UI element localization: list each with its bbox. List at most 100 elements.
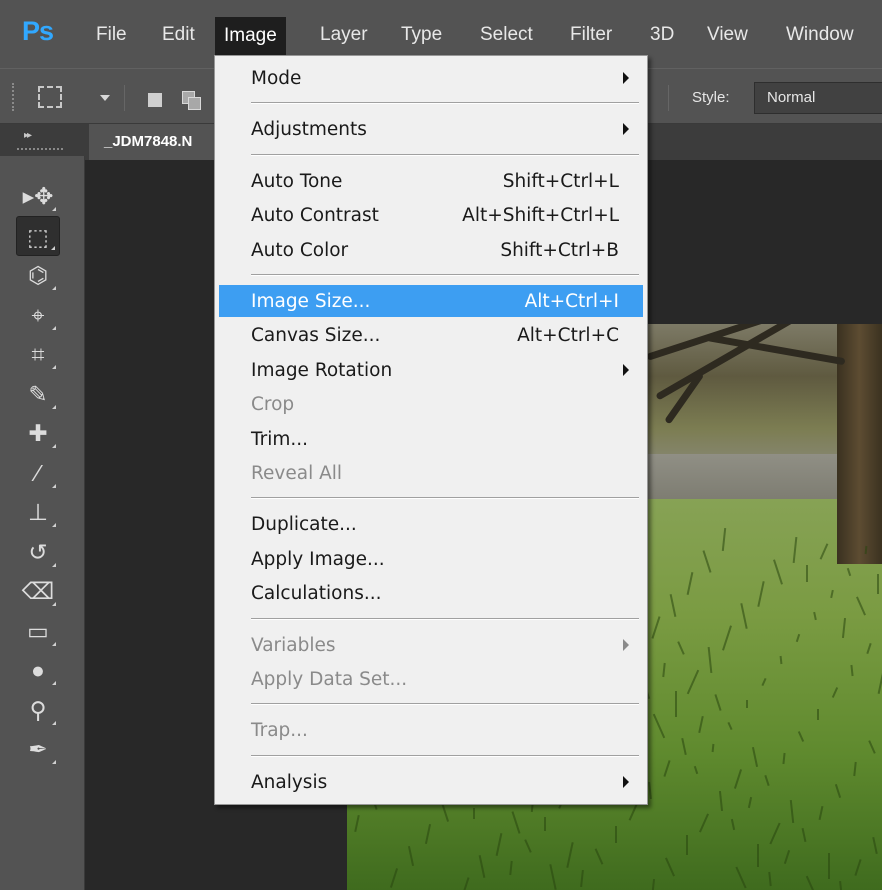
blur-tool[interactable]: ● xyxy=(16,650,60,690)
menu-item-image-rotation[interactable]: Image Rotation xyxy=(219,354,643,386)
collapse-panel-icon[interactable]: ▸▸ xyxy=(24,130,32,141)
tool-flyout-indicator-icon xyxy=(52,562,56,567)
menu-item-auto-tone[interactable]: Auto Tone Shift+Ctrl+L xyxy=(219,165,643,197)
tool-flyout-indicator-icon xyxy=(52,641,56,646)
options-divider xyxy=(668,85,669,111)
menu-item-label: Trap... xyxy=(251,720,308,742)
dodge-tool[interactable]: ⚲ xyxy=(16,690,60,730)
menu-item-apply-data-set[interactable]: Apply Data Set... xyxy=(219,663,643,695)
move-tool-icon: ▸✥ xyxy=(22,183,54,209)
rectangular-marquee-tool-icon: ⬚ xyxy=(27,223,49,250)
submenu-arrow-icon xyxy=(623,123,629,136)
tool-flyout-indicator-icon xyxy=(52,325,56,330)
menu-type[interactable]: Type xyxy=(401,24,442,46)
tool-flyout-indicator-icon xyxy=(52,523,56,527)
lasso-tool[interactable]: ⌬ xyxy=(16,255,60,295)
menu-select[interactable]: Select xyxy=(480,24,533,46)
submenu-arrow-icon xyxy=(623,638,629,651)
clone-stamp-tool[interactable]: ⊥ xyxy=(16,492,60,532)
eyedropper-tool[interactable]: ✎ xyxy=(16,374,60,414)
grass-blade xyxy=(615,826,617,843)
menu-item-mode[interactable]: Mode xyxy=(219,62,643,94)
menu-filter[interactable]: Filter xyxy=(570,24,612,46)
gradient-tool-icon: ▭ xyxy=(27,617,49,644)
style-label: Style: xyxy=(692,89,730,106)
eraser-tool-icon: ⌫ xyxy=(21,578,55,604)
menu-item-label: Crop xyxy=(251,394,295,416)
pen-tool[interactable]: ✒ xyxy=(16,729,60,769)
menu-item-label: Calculations... xyxy=(251,583,382,605)
add-to-selection-icon[interactable] xyxy=(182,91,201,110)
menu-item-trap[interactable]: Trap... xyxy=(219,714,643,746)
grass-blade xyxy=(473,808,475,819)
menu-item-adjustments[interactable]: Adjustments xyxy=(219,113,643,145)
lasso-tool-icon: ⌬ xyxy=(27,262,49,288)
menu-item-apply-image[interactable]: Apply Image... xyxy=(219,543,643,575)
menu-item-duplicate[interactable]: Duplicate... xyxy=(219,508,643,540)
move-tool[interactable]: ▸✥ xyxy=(16,176,60,216)
crop-tool[interactable]: ⌗ xyxy=(16,334,60,374)
menu-3d[interactable]: 3D xyxy=(650,24,674,46)
submenu-arrow-icon xyxy=(623,775,629,788)
menu-item-calculations[interactable]: Calculations... xyxy=(219,577,643,609)
menu-item-crop[interactable]: Crop xyxy=(219,388,643,420)
menu-item-label: Variables xyxy=(251,634,336,656)
gradient-tool[interactable]: ▭ xyxy=(16,611,60,651)
menu-file[interactable]: File xyxy=(96,24,127,46)
tool-flyout-indicator-icon xyxy=(52,602,56,606)
menu-image[interactable]: Image xyxy=(215,17,286,55)
tool-flyout-indicator-icon xyxy=(52,365,56,369)
menu-item-shortcut: Alt+Shift+Ctrl+L xyxy=(462,205,619,227)
menu-item-shortcut: Alt+Ctrl+I xyxy=(524,291,619,312)
menu-edit[interactable]: Edit xyxy=(162,24,195,46)
eraser-tool[interactable]: ⌫ xyxy=(16,571,60,611)
menu-separator xyxy=(251,274,639,276)
options-divider xyxy=(124,85,125,111)
menu-item-reveal-all[interactable]: Reveal All xyxy=(219,457,643,489)
menu-window[interactable]: Window xyxy=(786,24,854,46)
healing-brush-tool[interactable]: ✚ xyxy=(16,413,60,453)
history-brush-tool-icon: ↺ xyxy=(28,538,48,565)
menu-item-auto-color[interactable]: Auto Color Shift+Ctrl+B xyxy=(219,234,643,266)
history-brush-tool[interactable]: ↺ xyxy=(16,532,60,572)
options-bar-grip[interactable] xyxy=(12,83,16,111)
tool-flyout-indicator-icon xyxy=(52,444,56,448)
brush-tool-icon: ⁄ xyxy=(36,459,40,486)
menu-item-shortcut: Shift+Ctrl+L xyxy=(502,170,619,192)
menu-item-label: Duplicate... xyxy=(251,514,357,536)
tools-panel-grip[interactable] xyxy=(17,148,63,151)
menu-item-label: Adjustments xyxy=(251,119,367,141)
grass-blade xyxy=(746,700,748,708)
menu-layer[interactable]: Layer xyxy=(320,24,368,46)
menu-item-label: Mode xyxy=(251,68,302,89)
menu-item-image-size[interactable]: Image Size... Alt+Ctrl+I xyxy=(219,285,643,317)
menu-item-canvas-size[interactable]: Canvas Size... Alt+Ctrl+C xyxy=(219,319,643,351)
tools-panel-header: ▸▸ xyxy=(0,124,85,156)
submenu-arrow-icon xyxy=(623,72,629,84)
tool-flyout-indicator-icon xyxy=(52,760,56,764)
menu-item-label: Image Size... xyxy=(251,291,371,312)
quick-selection-tool[interactable]: ⌖ xyxy=(16,295,60,335)
brush-tool[interactable]: ⁄ xyxy=(16,453,60,493)
menu-item-analysis[interactable]: Analysis xyxy=(219,766,643,798)
marquee-preset-icon[interactable] xyxy=(38,86,62,108)
menu-item-label: Trim... xyxy=(251,428,308,450)
menu-item-label: Canvas Size... xyxy=(251,325,381,347)
rectangular-marquee-tool[interactable]: ⬚ xyxy=(16,215,60,256)
menu-item-label: Apply Image... xyxy=(251,548,385,570)
menu-item-auto-contrast[interactable]: Auto Contrast Alt+Shift+Ctrl+L xyxy=(219,199,643,231)
photoshop-logo: Ps xyxy=(22,16,54,46)
menu-view[interactable]: View xyxy=(707,24,748,46)
document-tab[interactable]: _JDM7848.N xyxy=(89,124,229,160)
menu-item-label: Analysis xyxy=(251,771,328,793)
new-selection-icon[interactable] xyxy=(148,93,162,107)
preset-dropdown-arrow-icon[interactable] xyxy=(100,95,110,101)
style-select[interactable]: Normal xyxy=(754,82,882,114)
menu-item-trim[interactable]: Trim... xyxy=(219,423,643,455)
menu-separator xyxy=(251,617,639,620)
menu-item-variables[interactable]: Variables xyxy=(219,629,643,661)
menu-item-label: Auto Contrast xyxy=(251,205,379,227)
menu-item-shortcut: Shift+Ctrl+B xyxy=(500,239,619,261)
healing-brush-tool-icon: ✚ xyxy=(28,420,48,446)
grass-blade xyxy=(828,853,830,879)
